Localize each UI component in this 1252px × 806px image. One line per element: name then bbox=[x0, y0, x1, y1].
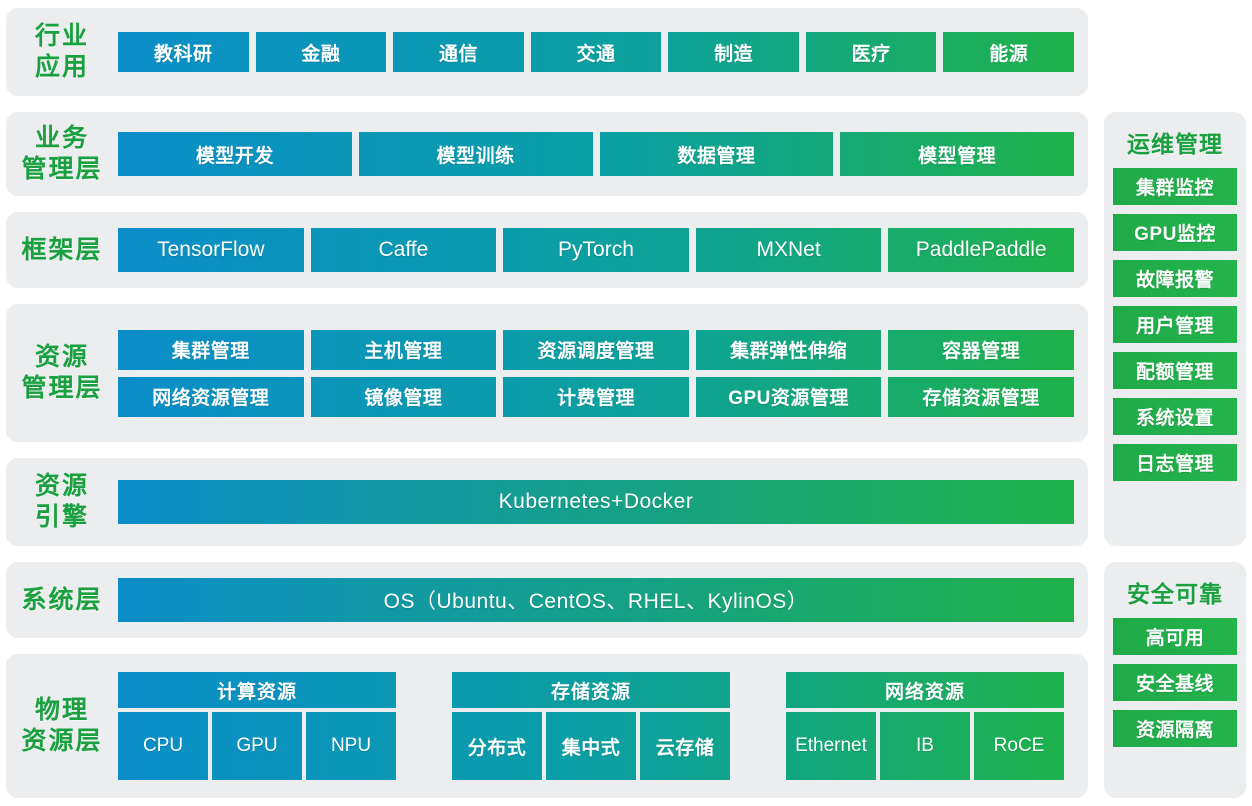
layer-label-resource-engine: 资源 引擎 bbox=[34, 472, 89, 531]
physical-group-storage: 存储资源 分布式 集中式 云存储 bbox=[452, 672, 730, 780]
layer-label-framework: 框架层 bbox=[21, 235, 103, 264]
block-model-management[interactable]: 模型管理 bbox=[840, 132, 1074, 176]
security-item-high-availability[interactable]: 高可用 bbox=[1113, 618, 1237, 655]
layer-label-system: 系统层 bbox=[21, 585, 103, 614]
layer-label-resource-management: 资源 管理层 bbox=[21, 343, 103, 402]
resource-engine-layer-panel: 资源 引擎 Kubernetes+Docker bbox=[6, 458, 1088, 546]
layer-label-business-management: 业务 管理层 bbox=[21, 124, 103, 183]
physical-group-compute: 计算资源 CPU GPU NPU bbox=[118, 672, 396, 780]
block-kubernetes-docker[interactable]: Kubernetes+Docker bbox=[118, 480, 1074, 524]
block-data-management[interactable]: 数据管理 bbox=[599, 132, 834, 176]
physical-item-cloud-storage[interactable]: 云存储 bbox=[640, 712, 730, 780]
ops-item-log-management[interactable]: 日志管理 bbox=[1113, 444, 1237, 481]
block-model-training[interactable]: 模型训练 bbox=[358, 132, 593, 176]
architecture-diagram: 行业 应用 教科研 金融 通信 交通 制造 医疗 能源 业务 管理层 模型开发 … bbox=[0, 0, 1252, 806]
block-image-management[interactable]: 镜像管理 bbox=[310, 376, 497, 417]
physical-item-ethernet[interactable]: Ethernet bbox=[786, 712, 876, 780]
ops-item-cluster-monitoring[interactable]: 集群监控 bbox=[1113, 168, 1237, 205]
industry-application-layer-panel: 行业 应用 教科研 金融 通信 交通 制造 医疗 能源 bbox=[6, 8, 1088, 96]
business-management-layer-panel: 业务 管理层 模型开发 模型训练 数据管理 模型管理 bbox=[6, 112, 1088, 196]
block-pytorch[interactable]: PyTorch bbox=[503, 228, 689, 272]
block-row: 教科研 金融 通信 交通 制造 医疗 能源 bbox=[118, 32, 1075, 72]
block-tensorflow[interactable]: TensorFlow bbox=[118, 228, 304, 272]
security-item-resource-isolation[interactable]: 资源隔离 bbox=[1113, 710, 1237, 747]
physical-group-row: 计算资源 CPU GPU NPU 存储资源 分布式 集中式 云存储 网络资源 E… bbox=[118, 672, 1074, 780]
layer-content-industry-application: 教科研 金融 通信 交通 制造 医疗 能源 bbox=[118, 32, 1088, 72]
block-model-development[interactable]: 模型开发 bbox=[118, 132, 352, 176]
physical-item-centralized[interactable]: 集中式 bbox=[546, 712, 636, 780]
block-host-management[interactable]: 主机管理 bbox=[310, 329, 497, 370]
ops-item-system-settings[interactable]: 系统设置 bbox=[1113, 398, 1237, 435]
physical-item-cpu[interactable]: CPU bbox=[118, 712, 208, 780]
layer-content-business-management: 模型开发 模型训练 数据管理 模型管理 bbox=[118, 132, 1088, 176]
block-row-2: 网络资源管理 镜像管理 计费管理 GPU资源管理 存储资源管理 bbox=[118, 376, 1074, 417]
block-network-resource-management[interactable]: 网络资源管理 bbox=[118, 376, 304, 417]
resource-management-layer-panel: 资源 管理层 集群管理 主机管理 资源调度管理 集群弹性伸缩 容器管理 网络资源… bbox=[6, 304, 1088, 442]
group-items-compute: CPU GPU NPU bbox=[118, 712, 396, 780]
ops-item-quota-management[interactable]: 配额管理 bbox=[1113, 352, 1237, 389]
block-tongxin[interactable]: 通信 bbox=[393, 32, 524, 72]
group-header-network: 网络资源 bbox=[786, 672, 1064, 708]
block-nengyuan[interactable]: 能源 bbox=[943, 32, 1075, 72]
ops-item-gpu-monitoring[interactable]: GPU监控 bbox=[1113, 214, 1237, 251]
block-row: TensorFlow Caffe PyTorch MXNet PaddlePad… bbox=[118, 228, 1074, 272]
block-resource-scheduling[interactable]: 资源调度管理 bbox=[503, 329, 689, 370]
security-reliability-panel: 安全可靠 高可用 安全基线 资源隔离 bbox=[1104, 562, 1246, 798]
group-items-network: Ethernet IB RoCE bbox=[786, 712, 1064, 780]
block-billing-management[interactable]: 计费管理 bbox=[503, 376, 689, 417]
framework-layer-panel: 框架层 TensorFlow Caffe PyTorch MXNet Paddl… bbox=[6, 212, 1088, 288]
physical-item-roce[interactable]: RoCE bbox=[974, 712, 1064, 780]
block-mxnet[interactable]: MXNet bbox=[695, 228, 882, 272]
physical-group-network: 网络资源 Ethernet IB RoCE bbox=[786, 672, 1064, 780]
block-row-1: 集群管理 主机管理 资源调度管理 集群弹性伸缩 容器管理 bbox=[118, 329, 1074, 370]
block-gpu-resource-management[interactable]: GPU资源管理 bbox=[695, 376, 882, 417]
block-operating-systems[interactable]: OS（Ubuntu、CentOS、RHEL、KylinOS） bbox=[118, 578, 1074, 622]
group-items-storage: 分布式 集中式 云存储 bbox=[452, 712, 730, 780]
block-paddlepaddle[interactable]: PaddlePaddle bbox=[888, 228, 1074, 272]
block-jiaotong[interactable]: 交通 bbox=[530, 32, 662, 72]
physical-item-ib[interactable]: IB bbox=[880, 712, 970, 780]
block-row: OS（Ubuntu、CentOS、RHEL、KylinOS） bbox=[118, 578, 1074, 622]
physical-item-distributed[interactable]: 分布式 bbox=[452, 712, 542, 780]
layer-content-resource-engine: Kubernetes+Docker bbox=[118, 480, 1088, 524]
layer-label-physical-resource: 物理 资源层 bbox=[21, 696, 103, 755]
layer-content-system: OS（Ubuntu、CentOS、RHEL、KylinOS） bbox=[118, 578, 1088, 622]
security-reliability-title: 安全可靠 bbox=[1127, 581, 1223, 607]
layer-content-physical-resource: 计算资源 CPU GPU NPU 存储资源 分布式 集中式 云存储 网络资源 E… bbox=[118, 672, 1088, 780]
block-row: Kubernetes+Docker bbox=[118, 480, 1074, 524]
ops-item-fault-alarm[interactable]: 故障报警 bbox=[1113, 260, 1237, 297]
system-layer-panel: 系统层 OS（Ubuntu、CentOS、RHEL、KylinOS） bbox=[6, 562, 1088, 638]
block-jinrong[interactable]: 金融 bbox=[255, 32, 387, 72]
block-cluster-autoscaling[interactable]: 集群弹性伸缩 bbox=[695, 329, 882, 370]
ops-management-title: 运维管理 bbox=[1127, 131, 1223, 157]
layer-content-resource-management: 集群管理 主机管理 资源调度管理 集群弹性伸缩 容器管理 网络资源管理 镜像管理… bbox=[118, 329, 1088, 417]
block-jiaokeyan[interactable]: 教科研 bbox=[118, 32, 249, 72]
block-yiliao[interactable]: 医疗 bbox=[805, 32, 937, 72]
block-caffe[interactable]: Caffe bbox=[310, 228, 497, 272]
physical-item-npu[interactable]: NPU bbox=[306, 712, 396, 780]
ops-item-user-management[interactable]: 用户管理 bbox=[1113, 306, 1237, 343]
security-item-security-baseline[interactable]: 安全基线 bbox=[1113, 664, 1237, 701]
block-cluster-management[interactable]: 集群管理 bbox=[118, 329, 304, 370]
layer-label-industry-application: 行业 应用 bbox=[34, 22, 89, 81]
physical-item-gpu[interactable]: GPU bbox=[212, 712, 302, 780]
group-header-storage: 存储资源 bbox=[452, 672, 730, 708]
block-row: 模型开发 模型训练 数据管理 模型管理 bbox=[118, 132, 1074, 176]
block-container-management[interactable]: 容器管理 bbox=[888, 329, 1074, 370]
block-storage-resource-management[interactable]: 存储资源管理 bbox=[888, 376, 1074, 417]
ops-management-panel: 运维管理 集群监控 GPU监控 故障报警 用户管理 配额管理 系统设置 日志管理 bbox=[1104, 112, 1246, 546]
layer-content-framework: TensorFlow Caffe PyTorch MXNet PaddlePad… bbox=[118, 228, 1088, 272]
physical-resource-layer-panel: 物理 资源层 计算资源 CPU GPU NPU 存储资源 分布式 集中式 云存储… bbox=[6, 654, 1088, 798]
group-header-compute: 计算资源 bbox=[118, 672, 396, 708]
block-zhizao[interactable]: 制造 bbox=[668, 32, 799, 72]
